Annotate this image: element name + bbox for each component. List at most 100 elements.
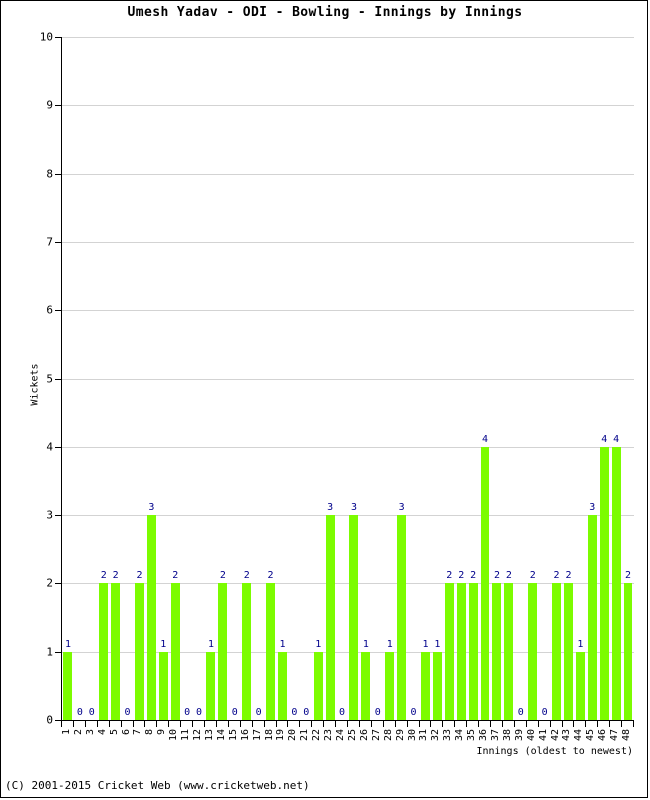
x-axis-tick-label: 1	[60, 729, 72, 736]
bar[interactable]	[575, 651, 585, 720]
x-axis-tick	[478, 721, 479, 727]
x-axis-tick	[264, 721, 265, 727]
bar[interactable]	[134, 583, 144, 720]
bar[interactable]	[385, 651, 395, 720]
bar-slot[interactable]: 2	[551, 37, 563, 720]
bar[interactable]	[349, 515, 359, 720]
bar[interactable]	[444, 583, 454, 720]
bar[interactable]	[266, 583, 275, 720]
bar[interactable]	[492, 583, 502, 720]
bar-slot[interactable]: 0	[86, 37, 98, 720]
bar-slot[interactable]: 0	[300, 37, 312, 720]
y-axis-tick-label: 7	[46, 235, 53, 249]
bar-value-label: 0	[196, 707, 203, 718]
bar[interactable]	[563, 583, 573, 720]
bar[interactable]	[158, 651, 168, 720]
bar-slot[interactable]: 1	[62, 37, 74, 720]
bar-slot[interactable]: 2	[527, 37, 539, 720]
bar-value-label: 0	[517, 707, 524, 718]
bar[interactable]	[361, 651, 371, 720]
bar[interactable]	[63, 651, 73, 720]
x-axis-tick-label: 16	[239, 729, 251, 742]
bar-value-label: 0	[541, 707, 548, 718]
bar-slot[interactable]: 0	[181, 37, 193, 720]
bar-slot[interactable]: 4	[598, 37, 610, 720]
bar-slot[interactable]: 1	[574, 37, 586, 720]
bar-slot[interactable]: 1	[157, 37, 169, 720]
x-axis-tick	[550, 721, 551, 727]
bar[interactable]	[504, 583, 514, 720]
bar-slot[interactable]: 2	[563, 37, 575, 720]
bar-slot[interactable]: 0	[193, 37, 205, 720]
bar-slot[interactable]: 0	[372, 37, 384, 720]
bar-slot[interactable]: 1	[312, 37, 324, 720]
bar-slot[interactable]: 1	[277, 37, 289, 720]
bar-slot[interactable]: 4	[610, 37, 622, 720]
bar-slot[interactable]: 1	[384, 37, 396, 720]
bar-slot[interactable]: 2	[98, 37, 110, 720]
bar-slot[interactable]: 0	[336, 37, 348, 720]
bar[interactable]	[325, 515, 335, 720]
bar-slot[interactable]: 0	[74, 37, 86, 720]
bar-slot[interactable]: 0	[539, 37, 551, 720]
bar[interactable]	[432, 651, 442, 720]
bar-slot[interactable]: 2	[622, 37, 634, 720]
bar[interactable]	[170, 583, 180, 720]
bar-slot[interactable]: 1	[431, 37, 443, 720]
bar-slot[interactable]: 3	[348, 37, 360, 720]
bar-slot[interactable]: 1	[360, 37, 372, 720]
bar[interactable]	[552, 583, 561, 720]
bar-slot[interactable]: 0	[122, 37, 134, 720]
bar[interactable]	[456, 583, 466, 720]
bar-slot[interactable]: 2	[467, 37, 479, 720]
x-axis-tick	[73, 721, 74, 727]
bar[interactable]	[111, 583, 121, 720]
bar[interactable]	[218, 583, 228, 720]
bar-slot[interactable]: 3	[586, 37, 598, 720]
bar-slot[interactable]: 2	[169, 37, 181, 720]
bar-slot[interactable]: 1	[205, 37, 217, 720]
x-axis-tick	[287, 721, 288, 727]
bar[interactable]	[206, 651, 216, 720]
x-axis-tick-label: 4	[96, 729, 108, 736]
bar-slot[interactable]: 0	[515, 37, 527, 720]
bar[interactable]	[611, 446, 621, 720]
bar-slot[interactable]: 2	[217, 37, 229, 720]
bar[interactable]	[397, 515, 407, 720]
bar[interactable]	[146, 515, 156, 720]
bar-slot[interactable]: 0	[253, 37, 265, 720]
bar[interactable]	[480, 446, 490, 720]
bar[interactable]	[623, 583, 633, 720]
bar[interactable]	[599, 446, 609, 720]
bar[interactable]	[528, 583, 538, 720]
bar-slot[interactable]: 0	[408, 37, 420, 720]
bar[interactable]	[242, 583, 252, 720]
bar[interactable]	[420, 651, 430, 720]
bar-slot[interactable]: 2	[134, 37, 146, 720]
bar-slot[interactable]: 2	[491, 37, 503, 720]
bar-slot[interactable]: 2	[265, 37, 277, 720]
bar-slot[interactable]: 3	[396, 37, 408, 720]
bar-slot[interactable]: 2	[110, 37, 122, 720]
bar-value-label: 2	[136, 570, 143, 582]
bar-value-label: 0	[124, 707, 131, 718]
bar[interactable]	[468, 583, 478, 720]
bar-slot[interactable]: 3	[145, 37, 157, 720]
bar-value-label: 2	[100, 570, 107, 582]
bar-slot[interactable]: 1	[420, 37, 432, 720]
bar-slot[interactable]: 2	[503, 37, 515, 720]
bar[interactable]	[277, 651, 287, 720]
bar-slot[interactable]: 2	[455, 37, 467, 720]
y-axis-tick-label: 9	[46, 98, 53, 112]
bar-slot[interactable]: 2	[443, 37, 455, 720]
bar-slot[interactable]: 0	[229, 37, 241, 720]
bar-slot[interactable]: 0	[288, 37, 300, 720]
bar[interactable]	[99, 583, 109, 720]
x-axis-tick	[514, 721, 515, 727]
bar-slot[interactable]: 3	[324, 37, 336, 720]
bar[interactable]	[313, 651, 323, 720]
bar-slot[interactable]: 4	[479, 37, 491, 720]
bar[interactable]	[587, 515, 597, 720]
x-axis-tick-label: 11	[180, 729, 192, 742]
bar-slot[interactable]: 2	[241, 37, 253, 720]
